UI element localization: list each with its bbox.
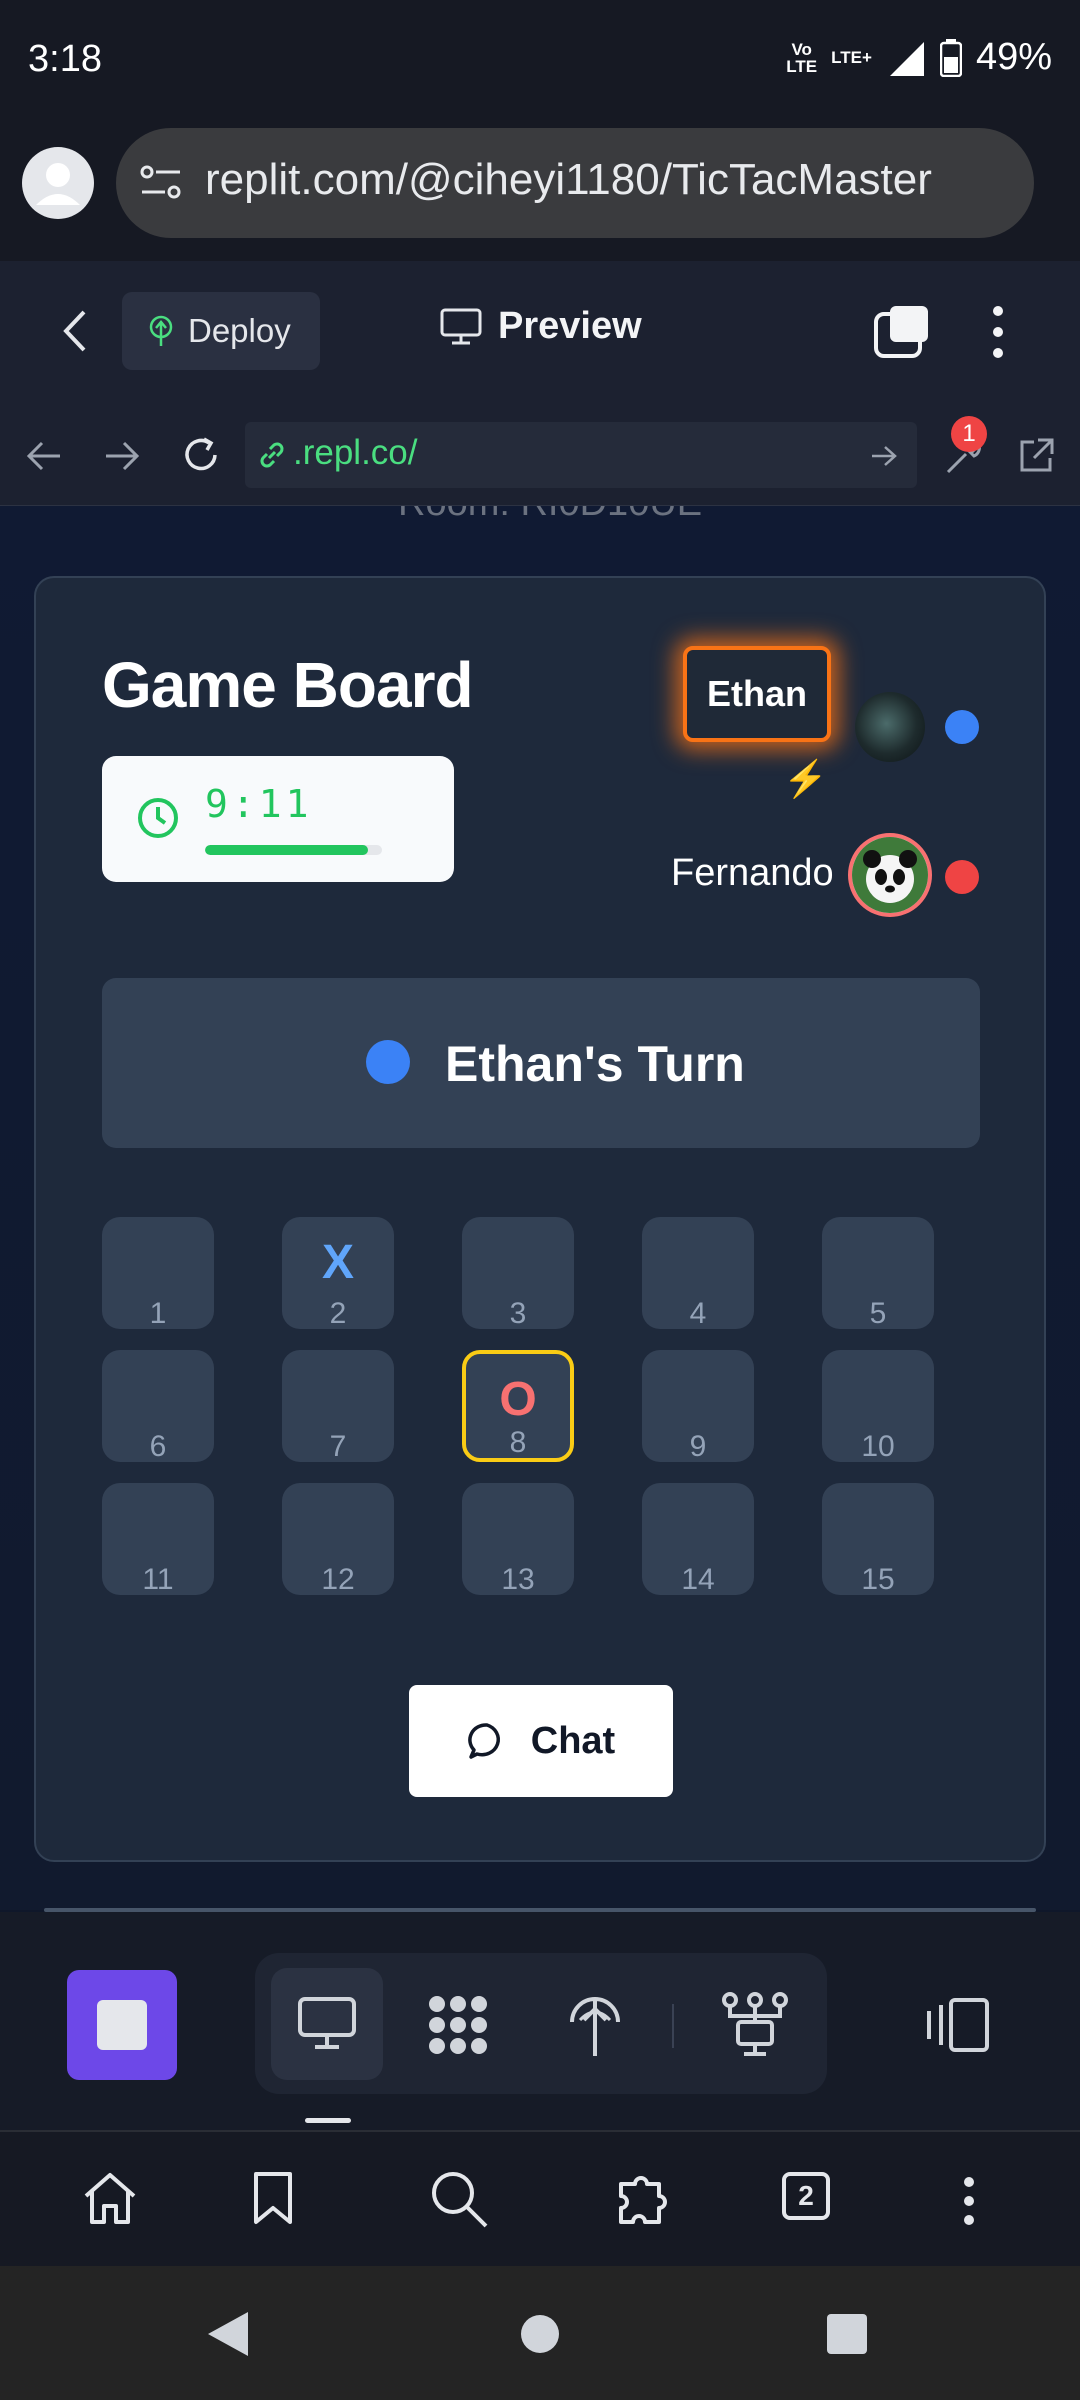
search-icon[interactable]	[428, 2168, 490, 2230]
url-text[interactable]: replit.com/@ciheyi1180/TicTacMaster	[205, 155, 932, 205]
battery-icon	[939, 38, 962, 77]
board-cell-2[interactable]: X2	[282, 1217, 394, 1330]
refresh-icon[interactable]	[180, 434, 222, 476]
chat-label: Chat	[530, 1719, 616, 1762]
cell-number: 2	[329, 1297, 347, 1330]
status-time: 3:18	[28, 38, 102, 80]
board-cell-12[interactable]: 12	[282, 1483, 394, 1596]
globe-deploy-icon[interactable]	[566, 1990, 624, 2060]
divider	[672, 2004, 674, 2048]
chat-bubble-icon	[467, 1723, 500, 1759]
tab-switcher[interactable]: 2	[782, 2172, 830, 2220]
arrow-left-icon[interactable]	[26, 439, 62, 473]
arrow-right-icon[interactable]	[104, 439, 140, 473]
back-triangle-icon[interactable]	[206, 2310, 250, 2358]
external-link-icon[interactable]	[1016, 436, 1056, 476]
board-cell-11[interactable]: 11	[102, 1483, 214, 1596]
player-name: Fernando	[671, 852, 834, 894]
monitor-icon	[440, 308, 482, 344]
lightning-icon: ⚡	[783, 758, 828, 799]
board-cell-7[interactable]: 7	[282, 1350, 394, 1463]
timer-progress-fill	[205, 845, 368, 855]
user-icon	[36, 163, 80, 205]
panda-icon	[852, 837, 928, 913]
clock-icon	[138, 798, 178, 838]
status-icons: Vo LTE LTE+ 49%	[786, 36, 1052, 79]
volte-indicator: Vo LTE	[786, 39, 818, 76]
network-icon[interactable]	[720, 1990, 790, 2060]
cell-number: 12	[321, 1563, 355, 1596]
cell-number: 14	[681, 1563, 715, 1596]
timer-progress	[205, 845, 382, 855]
cell-number: 4	[689, 1297, 707, 1330]
profile-avatar[interactable]	[22, 147, 94, 219]
cell-number: 1	[149, 1297, 167, 1330]
recents-square-icon[interactable]	[826, 2313, 868, 2355]
stop-icon	[97, 2000, 147, 2050]
board-cell-13[interactable]: 13	[462, 1483, 574, 1596]
turn-text: Ethan's Turn	[445, 1036, 745, 1092]
sidebar-toggle-icon[interactable]	[925, 1997, 991, 2053]
deploy-button[interactable]: Deploy	[122, 292, 320, 370]
cell-number: 13	[501, 1563, 535, 1596]
more-vertical-icon[interactable]	[990, 305, 1006, 359]
link-icon	[260, 442, 284, 468]
board-cell-3[interactable]: 3	[462, 1217, 574, 1330]
deploy-label: Deploy	[188, 312, 291, 349]
avatar	[855, 692, 925, 762]
player-color-dot	[945, 710, 979, 744]
drag-handle[interactable]	[305, 2118, 351, 2123]
preview-label: Preview	[498, 305, 642, 347]
cell-mark: O	[499, 1373, 537, 1426]
cell-number: 9	[689, 1430, 707, 1463]
cell-number: 15	[861, 1563, 895, 1596]
board-cell-10[interactable]: 10	[822, 1350, 934, 1463]
preview-tab[interactable]: Preview	[440, 305, 642, 348]
go-arrow-icon[interactable]	[870, 443, 898, 469]
monitor-icon[interactable]	[297, 1996, 357, 2052]
signal-icon	[889, 41, 924, 76]
home-icon[interactable]	[80, 2170, 140, 2226]
deploy-icon	[149, 315, 173, 346]
site-settings-icon[interactable]	[138, 162, 184, 202]
chat-button[interactable]: Chat	[409, 1685, 673, 1797]
workflow-icon[interactable]	[423, 1990, 493, 2060]
player-color-dot	[945, 860, 979, 894]
cell-mark: X	[321, 1236, 354, 1289]
board-cell-15[interactable]: 15	[822, 1483, 934, 1596]
preview-url-text: .repl.co/	[293, 433, 418, 472]
chevron-left-icon[interactable]	[60, 308, 90, 354]
extensions-icon[interactable]	[613, 2168, 675, 2230]
board-cell-9[interactable]: 9	[642, 1350, 754, 1463]
bookmark-icon[interactable]	[252, 2170, 294, 2226]
page-title: Game Board	[102, 649, 474, 721]
turn-color-dot	[366, 1040, 410, 1084]
more-vertical-icon[interactable]	[961, 2176, 977, 2226]
board-cell-5[interactable]: 5	[822, 1217, 934, 1330]
battery-percent: 49%	[975, 36, 1052, 78]
board-cell-1[interactable]: 1	[102, 1217, 214, 1330]
board-cell-4[interactable]: 4	[642, 1217, 754, 1330]
home-circle-icon[interactable]	[520, 2314, 560, 2354]
cell-number: 7	[329, 1430, 347, 1463]
cell-number: 5	[869, 1297, 887, 1330]
avatar	[848, 833, 932, 917]
cell-number: 8	[509, 1426, 527, 1459]
network-indicator: LTE+	[831, 48, 872, 67]
cell-number: 10	[861, 1430, 895, 1463]
cell-number: 11	[142, 1563, 174, 1596]
cell-number: 6	[149, 1430, 167, 1463]
board-cell-14[interactable]: 14	[642, 1483, 754, 1596]
board-cell-6[interactable]: 6	[102, 1350, 214, 1463]
player-tag-active: Ethan	[683, 646, 831, 742]
timer-text: 9:11	[205, 782, 313, 826]
player-name: Ethan	[706, 673, 807, 714]
cell-number: 3	[509, 1297, 527, 1330]
notification-badge: 1	[951, 416, 987, 452]
browser-nav	[0, 2130, 1080, 2268]
board-cell-8[interactable]: O8	[462, 1350, 574, 1462]
tabs-icon[interactable]	[872, 304, 932, 360]
